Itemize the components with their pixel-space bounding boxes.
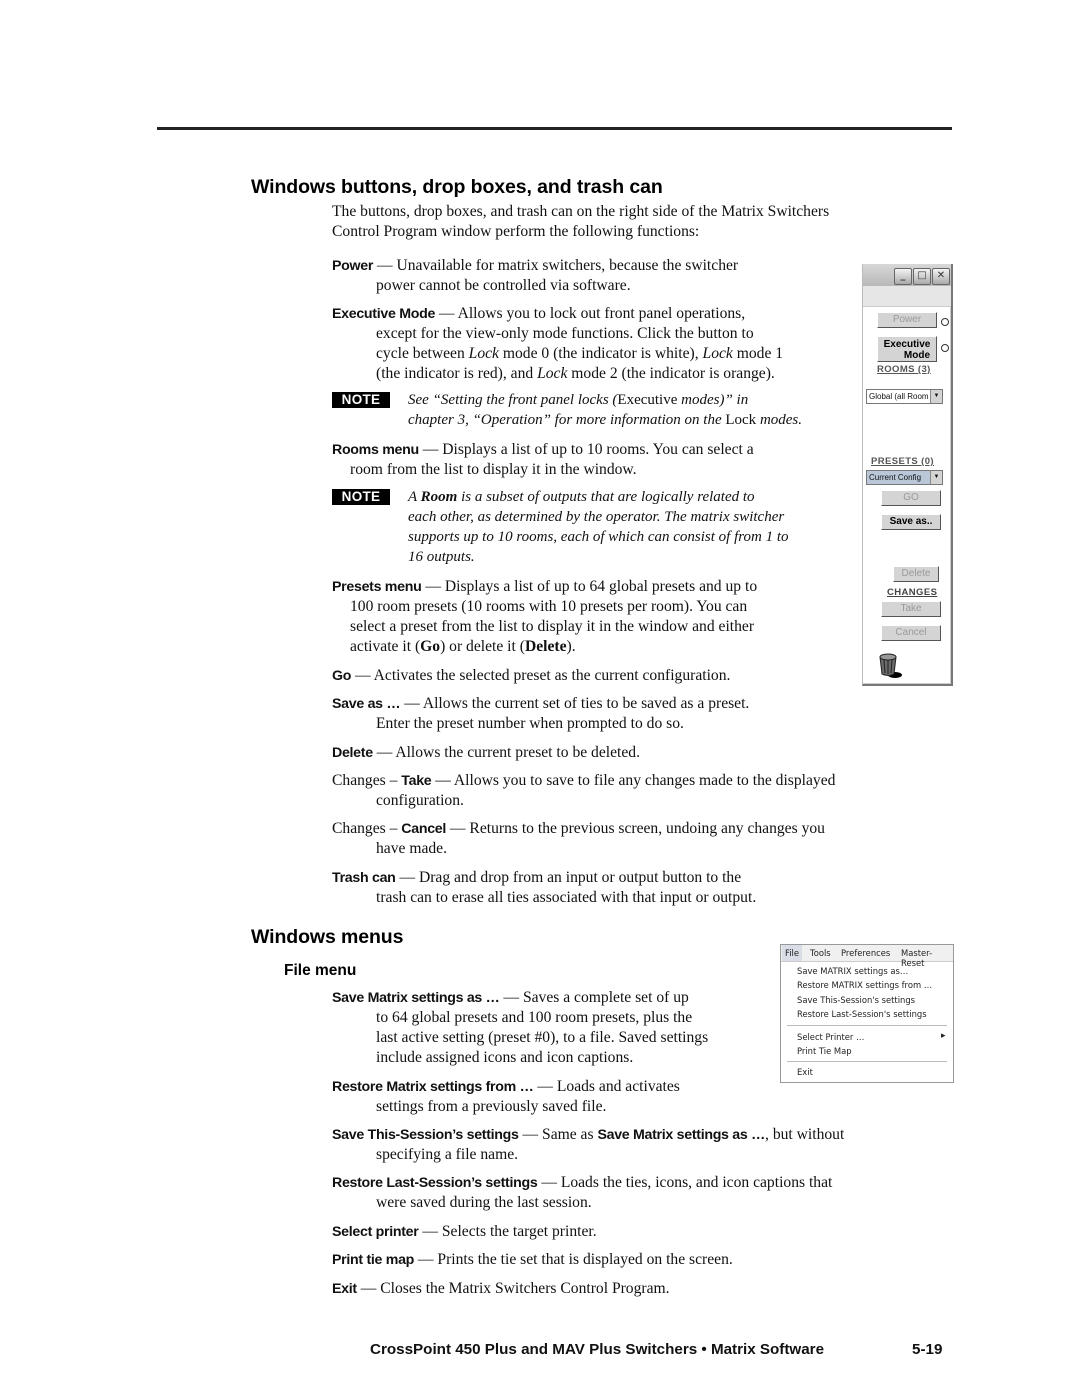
entry-restore-matrix-settings: Restore Matrix settings from … — Loads a… [332, 1078, 680, 1115]
dropdown-arrow-icon[interactable]: ▼ [930, 471, 942, 484]
menu-item-print-tie-map[interactable]: Print Tie Map [797, 1046, 852, 1056]
delete-button[interactable]: Delete [893, 566, 939, 582]
entry-save-matrix-settings: Save Matrix settings as … — Saves a comp… [332, 989, 709, 1066]
entry-print-tie-map: Print tie map — Prints the tie set that … [332, 1251, 733, 1268]
menu-separator [787, 1025, 947, 1026]
panel-titlebar: _ □ ✕ [863, 264, 951, 286]
entry-changes-take: Changes – Take — Allows you to save to f… [332, 772, 836, 809]
entry-restore-last-session: Restore Last-Session’s settings — Loads … [332, 1174, 833, 1211]
executive-indicator [941, 344, 949, 352]
entry-power: Power — Unavailable for matrix switchers… [332, 257, 739, 294]
entry-go: Go — Activates the selected preset as th… [332, 667, 731, 684]
page-number: 5-19 [912, 1341, 943, 1358]
rooms-dropdown[interactable]: Global (all Room ▼ [866, 389, 943, 404]
note-badge: NOTE [332, 392, 390, 408]
entry-presets-menu: Presets menu — Displays a list of up to … [332, 578, 758, 655]
power-button[interactable]: Power [877, 312, 937, 328]
entry-rooms-menu: Rooms menu — Displays a list of up to 10… [332, 441, 754, 478]
note-room-definition: NOTE A Room is a subset of outputs that … [332, 487, 848, 567]
file-menu-screenshot: File Tools Preferences Master-Reset Save… [780, 944, 954, 1083]
dropdown-arrow-icon[interactable]: ▼ [930, 390, 942, 403]
note-front-panel-locks: NOTE See “Setting the front panel locks … [332, 390, 868, 430]
go-button[interactable]: GO [881, 490, 941, 506]
section-heading-windows-menus: Windows menus [251, 926, 404, 948]
header-rule [157, 127, 952, 130]
menu-bar: File Tools Preferences Master-Reset [781, 945, 953, 968]
minimize-icon[interactable]: _ [894, 268, 912, 285]
presets-label: PRESETS (0) [871, 456, 934, 467]
trash-can-icon[interactable] [877, 650, 903, 678]
menu-preferences[interactable]: Preferences [841, 948, 890, 958]
changes-label: CHANGES [887, 587, 938, 598]
close-icon[interactable]: ✕ [932, 268, 950, 285]
power-indicator [941, 318, 949, 326]
entry-trash-can: Trash can — Drag and drop from an input … [332, 869, 757, 906]
cancel-button[interactable]: Cancel [881, 625, 941, 641]
menu-item-exit[interactable]: Exit [797, 1067, 813, 1077]
entry-executive-mode: Executive Mode — Allows you to lock out … [332, 305, 784, 382]
control-panel-screenshot: _ □ ✕ Power Executive Mode ROOMS (3) Glo… [862, 264, 953, 686]
executive-mode-button[interactable]: Executive Mode [877, 336, 937, 362]
maximize-icon[interactable]: □ [913, 268, 931, 285]
section-heading-windows-buttons: Windows buttons, drop boxes, and trash c… [251, 176, 663, 198]
take-button[interactable]: Take [881, 601, 941, 617]
footer-title: CrossPoint 450 Plus and MAV Plus Switche… [370, 1341, 825, 1358]
intro-paragraph: The buttons, drop boxes, and trash can o… [332, 203, 830, 240]
menu-item-save-matrix[interactable]: Save MATRIX settings as… [797, 966, 908, 976]
save-as-button[interactable]: Save as.. [881, 514, 941, 530]
entry-save-as: Save as … — Allows the current set of ti… [332, 695, 750, 732]
menu-item-save-session[interactable]: Save This-Session's settings [797, 995, 915, 1005]
subheading-file-menu: File menu [284, 962, 357, 979]
menu-item-restore-session[interactable]: Restore Last-Session's settings [797, 1009, 927, 1019]
menu-tools[interactable]: Tools [810, 948, 831, 958]
entry-delete: Delete — Allows the current preset to be… [332, 744, 640, 761]
entry-exit: Exit — Closes the Matrix Switchers Contr… [332, 1280, 670, 1297]
menu-item-restore-matrix[interactable]: Restore MATRIX settings from … [797, 980, 932, 990]
entry-save-this-session: Save This-Session’s settings — Same as S… [332, 1126, 845, 1163]
entry-changes-cancel: Changes – Cancel — Returns to the previo… [332, 820, 825, 857]
menu-item-select-printer[interactable]: Select Printer … [797, 1032, 864, 1042]
menu-file[interactable]: File [782, 945, 803, 961]
note-badge: NOTE [332, 489, 390, 505]
menu-separator [787, 1061, 947, 1062]
menu-master-reset[interactable]: Master-Reset [901, 948, 953, 968]
rooms-label: ROOMS (3) [877, 364, 931, 375]
submenu-arrow-icon: ▸ [941, 1031, 946, 1041]
panel-menu-strip [863, 286, 951, 307]
entry-select-printer: Select printer — Selects the target prin… [332, 1223, 597, 1240]
presets-dropdown[interactable]: Current Config ▼ [866, 470, 943, 485]
